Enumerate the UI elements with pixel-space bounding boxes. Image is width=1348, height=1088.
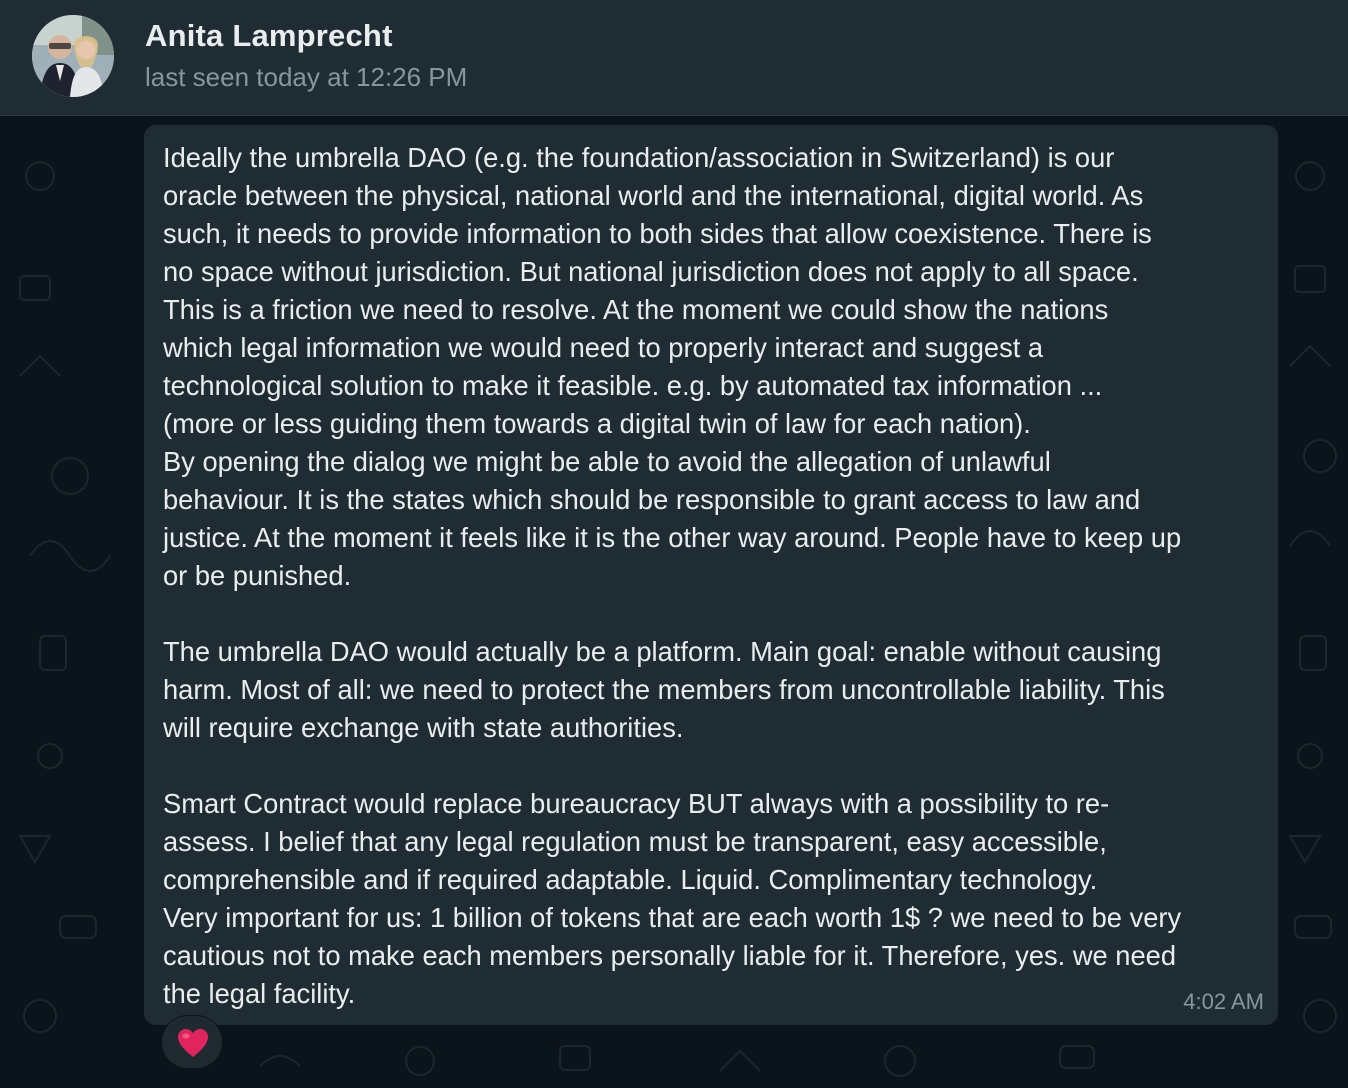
chat-messages-area[interactable]: Ideally the umbrella DAO (e.g. the found…: [0, 116, 1348, 1088]
red-heart-icon: [178, 1029, 208, 1057]
message-timestamp: 4:02 AM: [1183, 989, 1264, 1014]
message-text: Ideally the umbrella DAO (e.g. the found…: [163, 142, 1182, 1009]
message-reaction[interactable]: [161, 1015, 223, 1069]
avatar[interactable]: [32, 15, 114, 97]
contact-last-seen-status: last seen today at 12:26 PM: [145, 62, 468, 92]
incoming-message-bubble[interactable]: Ideally the umbrella DAO (e.g. the found…: [144, 125, 1278, 1025]
avatar-photo-icon: [32, 15, 114, 97]
chat-header[interactable]: Anita Lamprecht last seen today at 12:26…: [0, 0, 1348, 116]
contact-name[interactable]: Anita Lamprecht: [145, 18, 393, 54]
chat-window: Anita Lamprecht last seen today at 12:26…: [0, 0, 1348, 1088]
